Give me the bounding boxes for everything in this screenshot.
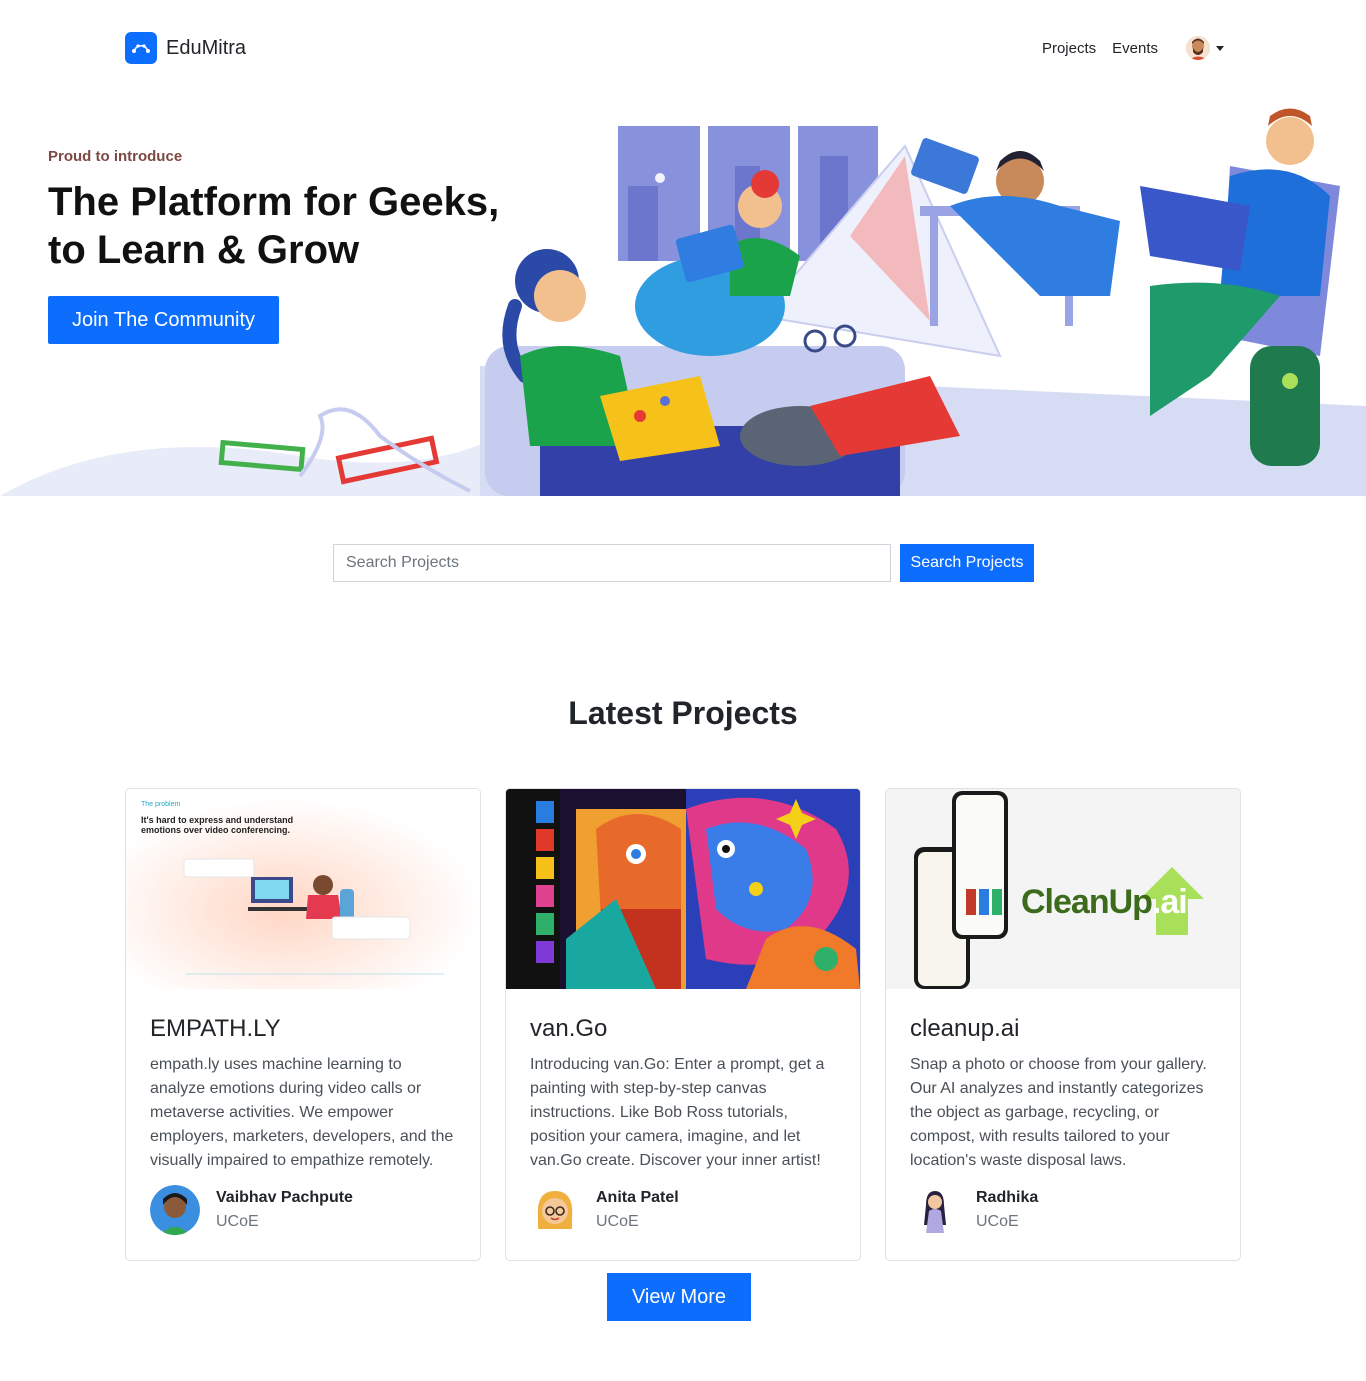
hero-title: The Platform for Geeks, to Learn & Grow	[48, 178, 518, 274]
card-body: cleanup.ai Snap a photo or choose from y…	[886, 989, 1240, 1173]
hero-section: Proud to introduce The Platform for Geek…	[0, 96, 1366, 496]
author-org: UCoE	[596, 1213, 639, 1230]
project-title: EMPATH.LY	[150, 1015, 281, 1042]
project-card[interactable]: CleanUp.ai cleanup.ai Snap a photo or ch…	[885, 788, 1241, 1261]
project-author: Vaibhav Pachpute UCoE	[150, 1185, 353, 1235]
search-input[interactable]	[333, 544, 891, 582]
project-card[interactable]: The problem It's hard to express and und…	[125, 788, 481, 1261]
chevron-down-icon	[1216, 45, 1224, 51]
brand-name: EduMitra	[166, 36, 247, 59]
user-menu-dropdown[interactable]	[1186, 36, 1224, 60]
project-card[interactable]: van.Go Introducing van.Go: Enter a promp…	[505, 788, 861, 1261]
author-name: Radhika	[976, 1189, 1039, 1206]
search-button[interactable]: Search Projects	[900, 544, 1034, 582]
view-more-button[interactable]: View More	[607, 1273, 751, 1321]
card-body: van.Go Introducing van.Go: Enter a promp…	[506, 989, 860, 1173]
hero-title-line1: The Platform for Geeks,	[48, 180, 500, 224]
user-avatar	[1186, 36, 1210, 60]
thumbnail-heading: The problem	[141, 801, 181, 808]
project-cards: The problem It's hard to express and und…	[125, 788, 1241, 1261]
author-org: UCoE	[216, 1213, 259, 1230]
author-avatar	[910, 1185, 960, 1235]
project-description: Snap a photo or choose from your gallery…	[910, 1056, 1207, 1169]
author-name: Vaibhav Pachpute	[216, 1189, 353, 1206]
nav-links: Projects Events	[1026, 32, 1224, 64]
card-body: EMPATH.LY empath.ly uses machine learnin…	[126, 989, 480, 1173]
nav-events-link[interactable]: Events	[1112, 40, 1158, 57]
hero-eyebrow: Proud to introduce	[48, 148, 183, 165]
cleanup-logo-suffix: .ai	[1151, 883, 1188, 921]
cleanup-logo-main: CleanUp	[1021, 883, 1153, 921]
project-author: Radhika UCoE	[910, 1185, 1038, 1235]
project-thumbnail: CleanUp.ai	[886, 789, 1240, 989]
cleanup-logo: CleanUp.ai	[1021, 883, 1188, 922]
project-description: Introducing van.Go: Enter a prompt, get …	[530, 1056, 825, 1169]
author-name: Anita Patel	[596, 1189, 679, 1206]
project-thumbnail: The problem It's hard to express and und…	[126, 789, 480, 989]
author-org: UCoE	[976, 1213, 1019, 1230]
project-thumbnail	[506, 789, 860, 989]
nav-projects-link[interactable]: Projects	[1042, 40, 1096, 57]
project-title: van.Go	[530, 1015, 608, 1042]
brand-link[interactable]: EduMitra	[125, 32, 246, 64]
project-author: Anita Patel UCoE	[530, 1185, 679, 1235]
project-description: empath.ly uses machine learning to analy…	[150, 1056, 454, 1169]
author-avatar	[150, 1185, 200, 1235]
top-navbar: EduMitra Projects Events	[0, 0, 1366, 96]
project-search-form: Search Projects	[333, 544, 1034, 582]
thumbnail-subheading: It's hard to express and understand emot…	[141, 815, 294, 835]
hero-title-line2: to Learn & Grow	[48, 228, 360, 272]
join-community-button[interactable]: Join The Community	[48, 296, 279, 344]
project-title: cleanup.ai	[910, 1015, 1020, 1042]
section-title: Latest Projects	[568, 695, 798, 731]
brand-logo-icon	[125, 32, 157, 64]
author-avatar	[530, 1185, 580, 1235]
